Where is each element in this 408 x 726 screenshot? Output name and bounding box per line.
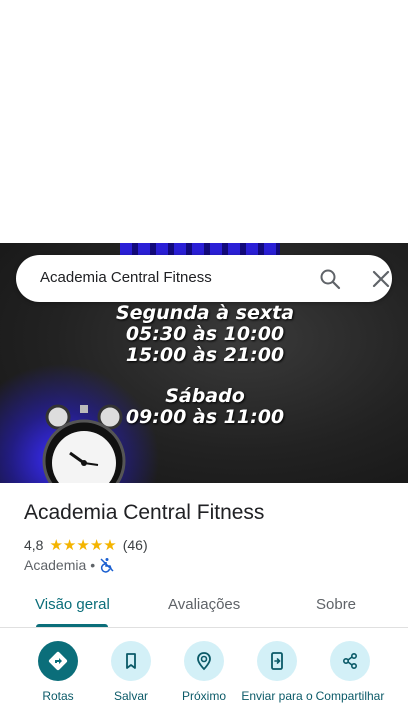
send-to-phone-button-circle[interactable] [257,641,297,681]
review-count[interactable]: (46) [123,537,148,553]
hours-line-weekdays: Segunda à sexta [115,302,295,324]
star-icon: ★ [103,536,117,554]
active-tab-indicator [36,624,108,627]
hours-line-evening: 15:00 às 21:00 [125,344,285,366]
star-icon: ★ [49,536,63,554]
bookmark-icon [126,653,136,669]
nearby-label: Próximo [181,689,226,703]
hours-line-morning: 05:30 às 10:00 [125,323,285,345]
alarm-clock-icon [42,404,126,483]
rating-row[interactable]: 4,8 ★ ★ ★ ★ ★ (46) [24,537,148,553]
not-accessible-icon [100,558,114,573]
share-label: Compartilhar [315,689,385,703]
search-icon[interactable] [318,267,342,291]
rating-stars: ★ ★ ★ ★ ★ [49,538,116,553]
search-bar[interactable]: Academia Central Fitness [16,255,392,302]
directions-label: Rotas [42,689,74,703]
map-area-blank [0,0,408,243]
save-button[interactable]: Salvar [91,641,171,704]
star-icon: ★ [76,536,90,554]
tab-overview[interactable]: Visão geral [35,596,110,613]
save-button-circle[interactable] [111,641,151,681]
star-icon: ★ [89,536,104,554]
send-to-phone-button[interactable]: Enviar para o [237,641,317,717]
nearby-button-circle[interactable] [184,641,224,681]
category-row: Academia • [24,556,115,574]
send-to-phone-label: Enviar para o [241,689,313,703]
directions-icon [48,651,68,671]
directions-button-circle[interactable] [38,641,78,681]
tab-about[interactable]: Sobre [316,596,356,613]
tab-bar: Visão geral Avaliações Sobre [0,584,408,628]
share-icon [342,652,358,670]
share-button[interactable]: Compartilhar [310,641,390,704]
save-label: Salvar [113,689,148,703]
directions-button[interactable]: Rotas [18,641,98,704]
nearby-icon [197,652,211,671]
share-button-circle[interactable] [330,641,370,681]
close-icon[interactable] [369,267,393,291]
tab-reviews[interactable]: Avaliações [168,596,240,613]
rating-value: 4,8 [24,537,44,553]
search-input[interactable]: Academia Central Fitness [40,269,212,286]
place-title: Academia Central Fitness [24,501,265,524]
nearby-button[interactable]: Próximo [164,641,244,704]
send-to-phone-icon [271,652,283,670]
separator: • [90,557,96,573]
star-icon: ★ [62,536,77,554]
place-category: Academia [24,557,87,573]
